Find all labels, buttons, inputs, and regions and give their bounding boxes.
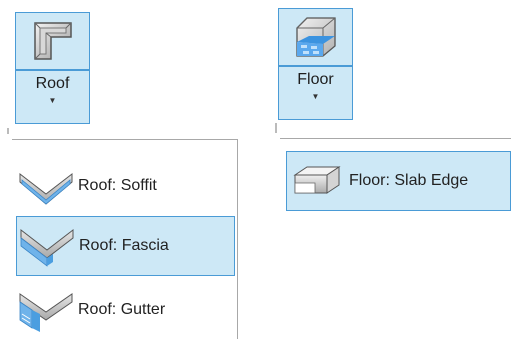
menu-item-roof-soffit[interactable]: Roof: Soffit — [16, 160, 235, 212]
floor-button-label: Floor — [297, 71, 334, 88]
floor-icon — [295, 17, 336, 57]
menu-item-label: Roof: Gutter — [78, 301, 166, 318]
soffit-icon — [19, 172, 73, 205]
roof-menu-top-border — [12, 139, 238, 140]
floor-button-dropdown[interactable]: Floor ▼ — [278, 66, 353, 120]
menu-item-label: Roof: Fascia — [79, 237, 169, 254]
chevron-down-icon: ▼ — [48, 96, 57, 105]
roof-button-label: Roof — [35, 75, 70, 92]
roof-icon — [33, 22, 72, 60]
menu-item-label: Floor: Slab Edge — [349, 172, 469, 189]
roof-button-top[interactable] — [15, 12, 90, 70]
floor-split-separator — [275, 123, 277, 133]
roof-split-separator — [7, 128, 9, 134]
floor-menu-top-border — [280, 138, 511, 139]
chevron-down-icon: ▼ — [311, 92, 320, 101]
fascia-icon — [20, 228, 74, 267]
floor-button-top[interactable] — [278, 8, 353, 66]
slab-edge-icon — [293, 166, 341, 194]
gutter-icon — [19, 293, 73, 332]
menu-item-roof-gutter[interactable]: Roof: Gutter — [16, 284, 235, 336]
roof-menu-right-border — [237, 139, 238, 339]
roof-button-dropdown[interactable]: Roof ▼ — [15, 70, 90, 124]
menu-item-floor-slab-edge[interactable]: Floor: Slab Edge — [286, 151, 511, 211]
menu-item-roof-fascia[interactable]: Roof: Fascia — [16, 216, 235, 276]
menu-item-label: Roof: Soffit — [78, 177, 157, 194]
